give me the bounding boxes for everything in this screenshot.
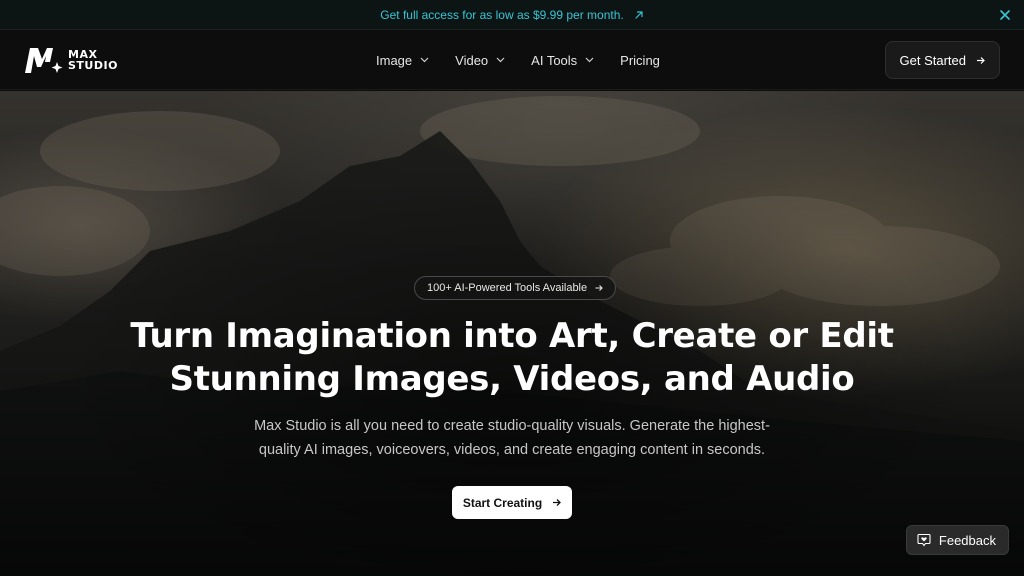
- announcement-text: Get full access for as low as $9.99 per …: [380, 7, 624, 22]
- get-started-button[interactable]: Get Started: [884, 41, 1000, 79]
- feedback-button[interactable]: Feedback: [905, 525, 1009, 555]
- announcement-bar: Get full access for as low as $9.99 per …: [0, 0, 1024, 30]
- nav-item-label: Image: [376, 52, 413, 68]
- headline-line-1: Turn Imagination into Art, Create or Edi…: [130, 316, 894, 356]
- chevron-down-icon: [585, 57, 594, 63]
- close-icon[interactable]: [998, 8, 1012, 22]
- site-header: MAX STUDIO Image Video AI Tools Pricing …: [0, 30, 1024, 90]
- nav-item-pricing[interactable]: Pricing: [620, 53, 660, 68]
- hero-subheadline: Max Studio is all you need to create stu…: [232, 414, 792, 462]
- main-nav: Image Video AI Tools Pricing: [376, 30, 660, 90]
- start-creating-label: Start Creating: [462, 495, 543, 510]
- start-creating-button[interactable]: Start Creating: [452, 486, 572, 519]
- arrow-right-icon: [553, 499, 562, 506]
- tools-available-badge[interactable]: 100+ AI-Powered Tools Available: [414, 276, 617, 300]
- arrow-right-icon: [595, 285, 603, 291]
- nav-item-label: Pricing: [620, 52, 660, 68]
- subheadline-line-1: Max Studio is all you need to create stu…: [254, 418, 770, 434]
- logo-line-2: STUDIO: [68, 59, 118, 72]
- arrow-right-icon: [977, 56, 985, 64]
- nav-item-ai-tools[interactable]: AI Tools: [531, 53, 594, 68]
- feedback-label: Feedback: [938, 532, 996, 548]
- headline-line-2: Stunning Images, Videos, and Audio: [169, 359, 855, 399]
- feedback-heart-icon: [917, 533, 931, 547]
- logo[interactable]: MAX STUDIO: [24, 45, 118, 75]
- max-studio-logo-icon: [25, 48, 63, 73]
- get-started-label: Get Started: [899, 52, 966, 68]
- chevron-down-icon: [420, 57, 429, 63]
- arrow-up-right-icon: [635, 10, 643, 19]
- badge-label: 100+ AI-Powered Tools Available: [427, 282, 588, 294]
- hero-section: 100+ AI-Powered Tools Available Turn Ima…: [0, 91, 1024, 576]
- hero-headline: Turn Imagination into Art, Create or Edi…: [112, 315, 912, 401]
- nav-item-label: Video: [455, 52, 489, 68]
- nav-item-label: AI Tools: [531, 52, 578, 68]
- nav-item-image[interactable]: Image: [376, 53, 429, 68]
- nav-item-video[interactable]: Video: [455, 53, 505, 68]
- subheadline-line-2: quality AI images, voiceovers, videos, a…: [258, 442, 766, 458]
- announcement-link[interactable]: Get full access for as low as $9.99 per …: [380, 8, 643, 22]
- chevron-down-icon: [496, 57, 505, 63]
- logo-wordmark: MAX STUDIO: [68, 49, 118, 71]
